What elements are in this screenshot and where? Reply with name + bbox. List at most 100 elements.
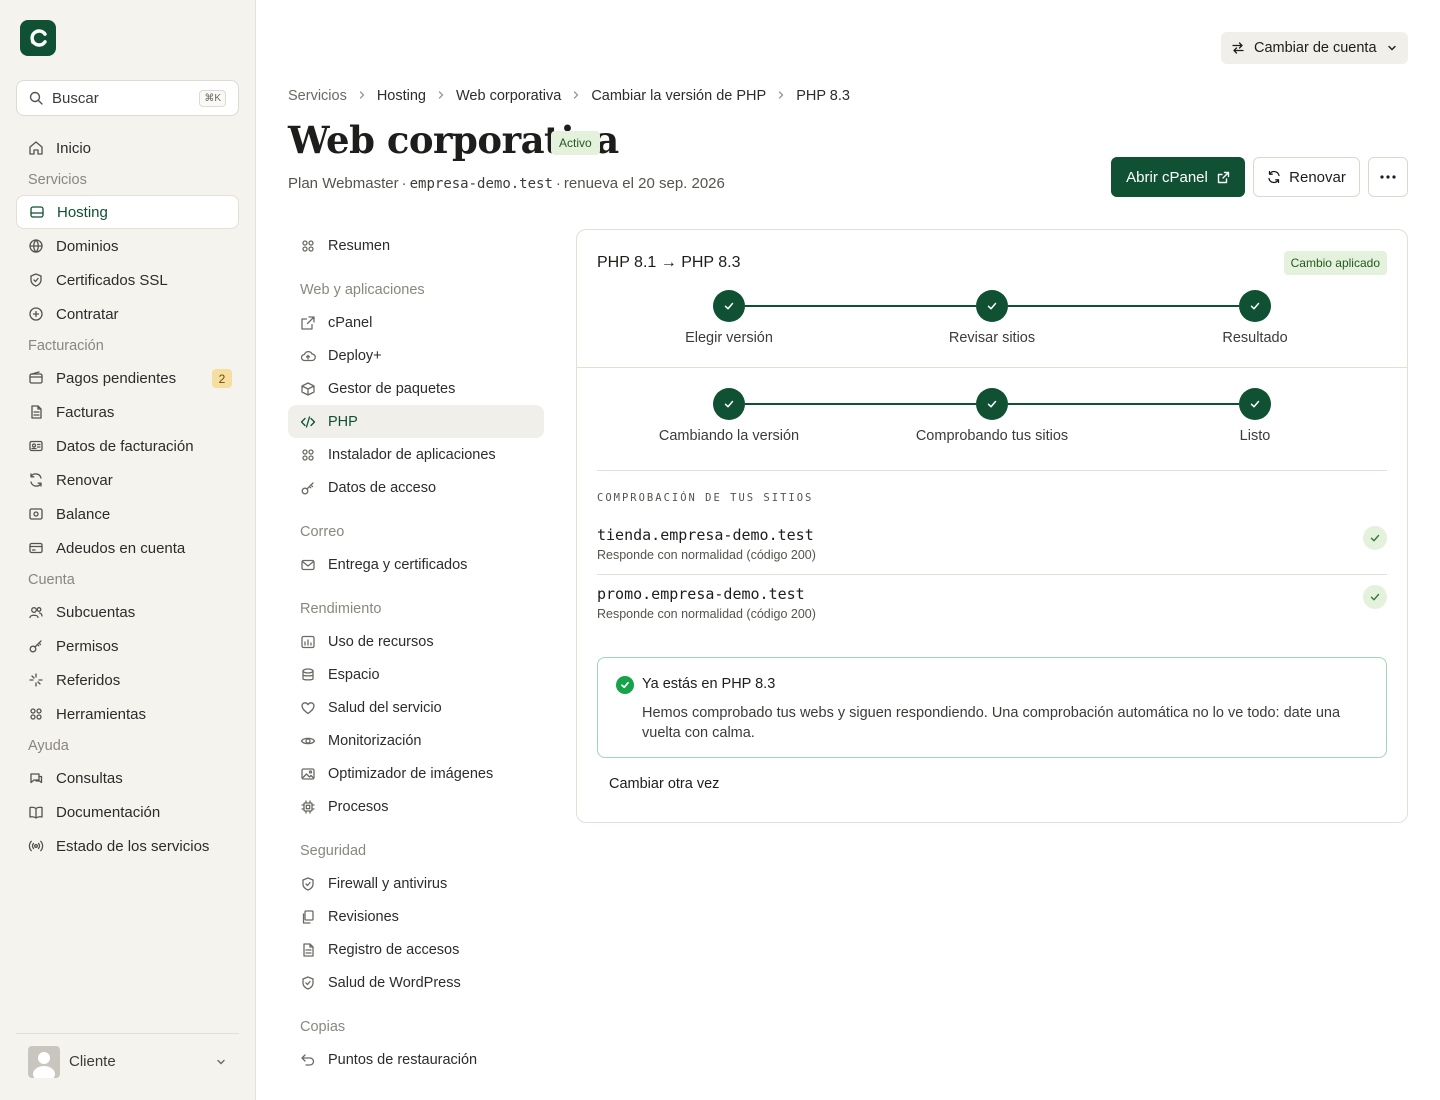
subnav-item-salud-del-servicio[interactable]: Salud del servicio [288,691,544,724]
sidebar-item-label: Consultas [56,769,123,787]
step-complete-check-icon [976,290,1008,322]
subnav-item-gestor-de-paquetes[interactable]: Gestor de paquetes [288,372,544,405]
sidebar-item-label: Contratar [56,305,119,323]
subnav-item-espacio[interactable]: Espacio [288,658,544,691]
subnav-item-procesos[interactable]: Procesos [288,790,544,823]
brand-logo[interactable] [20,20,56,56]
subnav-item-php[interactable]: PHP [288,405,544,438]
sidebar-item-adeudos-en-cuenta[interactable]: Adeudos en cuenta [16,531,239,565]
subnav-section-label: Correo [300,524,345,540]
mail-icon [300,557,316,573]
sidebar-item-documentacion[interactable]: Documentación [16,795,239,829]
subnav-item-label: Monitorización [328,732,422,749]
sidebar-item-pagos-pendientes[interactable]: Pagos pendientes 2 [16,361,239,395]
sidebar-item-label: Renovar [56,471,113,489]
key-icon [300,480,316,496]
subnav-item-puntos-de-restauracion[interactable]: Puntos de restauración [288,1043,544,1076]
sidebar-item-permisos[interactable]: Permisos [16,629,239,663]
step-label: Comprobando tus sitios [915,428,1069,444]
service-summary: Plan Webmaster · empresa-demo.test · ren… [288,175,725,192]
subnav-section-label: Copias [300,1019,346,1035]
sidebar-item-hosting[interactable]: Hosting [16,195,239,229]
chevron-right-icon [571,89,581,103]
subnav-item-optimizador-de-imagenes[interactable]: Optimizador de imágenes [288,757,544,790]
breadcrumb-item[interactable]: Servicios [288,88,347,104]
subnav-item-resumen[interactable]: Resumen [288,229,544,262]
subnav-item-label: Uso de recursos [328,633,434,650]
change-applied-badge: Cambio aplicado [1283,251,1387,275]
sidebar-item-certificados-ssl[interactable]: Certificados SSL [16,263,239,297]
divider [577,367,1407,368]
image-icon [300,766,316,782]
breadcrumb: Servicios Hosting Web corporativa Cambiar l… [288,88,850,104]
cloud-upload-icon [300,348,316,364]
subnav-item-instalador-de-aplicaciones[interactable]: Instalador de aplicaciones [288,438,544,471]
site-domain: tienda.empresa-demo.test [597,526,814,544]
step-label: Revisar sitios [948,330,1036,346]
book-icon [28,804,44,820]
subnav-item-monitorizacion[interactable]: Monitorización [288,724,544,757]
sidebar-item-datos-de-facturacion[interactable]: Datos de facturación [16,429,239,463]
sidebar-item-consultas[interactable]: Consultas [16,761,239,795]
subnav-item-label: Firewall y antivirus [328,875,448,892]
more-options-button[interactable] [1368,157,1408,197]
open-cpanel-button[interactable]: Abrir cPanel [1111,157,1245,197]
sidebar-item-herramientas[interactable]: Herramientas [16,697,239,731]
sidebar-item-label: Inicio [56,139,92,157]
subnav-item-deploy-[interactable]: Deploy+ [288,339,544,372]
search-placeholder: Buscar [52,89,99,107]
id-card-icon [28,438,44,454]
renew-button[interactable]: Renovar [1253,157,1360,197]
sidebar-item-estado-de-los-servicios[interactable]: Estado de los servicios [16,829,239,863]
subnav-item-firewall-y-antivirus[interactable]: Firewall y antivirus [288,867,544,900]
subnav-item-uso-de-recursos[interactable]: Uso de recursos [288,625,544,658]
subnav-item-salud-de-wordpress[interactable]: Salud de WordPress [288,966,544,999]
subnav-item-registro-de-accesos[interactable]: Registro de accesos [288,933,544,966]
subnav-item-label: Salud de WordPress [328,974,461,991]
grid-icon [300,447,316,463]
subnav-item-datos-de-acceso[interactable]: Datos de acceso [288,471,544,504]
site-status: Responde con normalidad (código 200) [597,548,816,562]
user-menu[interactable]: Cliente [16,1033,239,1089]
sidebar-item-facturas[interactable]: Facturas [16,395,239,429]
subnav-item-cpanel[interactable]: cPanel [288,306,544,339]
sidebar-item-balance[interactable]: Balance [16,497,239,531]
breadcrumb-item: PHP 8.3 [796,88,850,104]
change-again-button[interactable]: Cambiar otra vez [609,776,719,792]
renewal-date: renueva el 20 sep. 2026 [563,175,725,192]
sidebar-item-label: Hosting [57,203,108,221]
sidebar-item-subcuentas[interactable]: Subcuentas [16,595,239,629]
subnav-item-label: Procesos [328,798,389,815]
home-icon [28,140,44,156]
count-badge: 2 [212,369,232,388]
success-alert: Ya estás en PHP 8.3 Hemos comprobado tus… [597,657,1387,758]
step-complete-check-icon [713,290,745,322]
credit-card-icon [28,540,44,556]
breadcrumb-item[interactable]: Cambiar la versión de PHP [591,88,766,104]
plan-name: Plan Webmaster [288,175,399,192]
breadcrumb-item[interactable]: Hosting [377,88,426,104]
sidebar-item-dominios[interactable]: Dominios [16,229,239,263]
chevron-down-icon [1387,45,1396,51]
breadcrumb-item[interactable]: Web corporativa [456,88,561,104]
sidebar-item-label: Permisos [56,637,119,655]
sidebar-item-contratar[interactable]: Contratar [16,297,239,331]
account-switch-button[interactable]: Cambiar de cuenta [1221,32,1408,64]
step-label: Elegir versión [685,330,773,346]
subnav-item-entrega-y-certificados[interactable]: Entrega y certificados [288,548,544,581]
subnav-item-label: Resumen [328,237,391,254]
subnav-item-revisiones[interactable]: Revisiones [288,900,544,933]
subnav-item-label: Espacio [328,666,380,683]
key-icon [28,638,44,654]
sidebar-item-label: Datos de facturación [56,437,194,455]
step-complete-check-icon [1239,290,1271,322]
sidebar-item-renovar[interactable]: Renovar [16,463,239,497]
status-badge: Activo [551,131,600,155]
site-status: Responde con normalidad (código 200) [597,607,816,621]
subnav-item-label: Instalador de aplicaciones [328,446,496,463]
sidebar-item-referidos[interactable]: Referidos [16,663,239,697]
subnav-item-label: Gestor de paquetes [328,380,456,397]
sidebar-item-inicio[interactable]: Inicio [16,131,239,165]
search-input[interactable]: Buscar ⌘K [16,80,239,116]
chevron-right-icon [436,89,446,103]
